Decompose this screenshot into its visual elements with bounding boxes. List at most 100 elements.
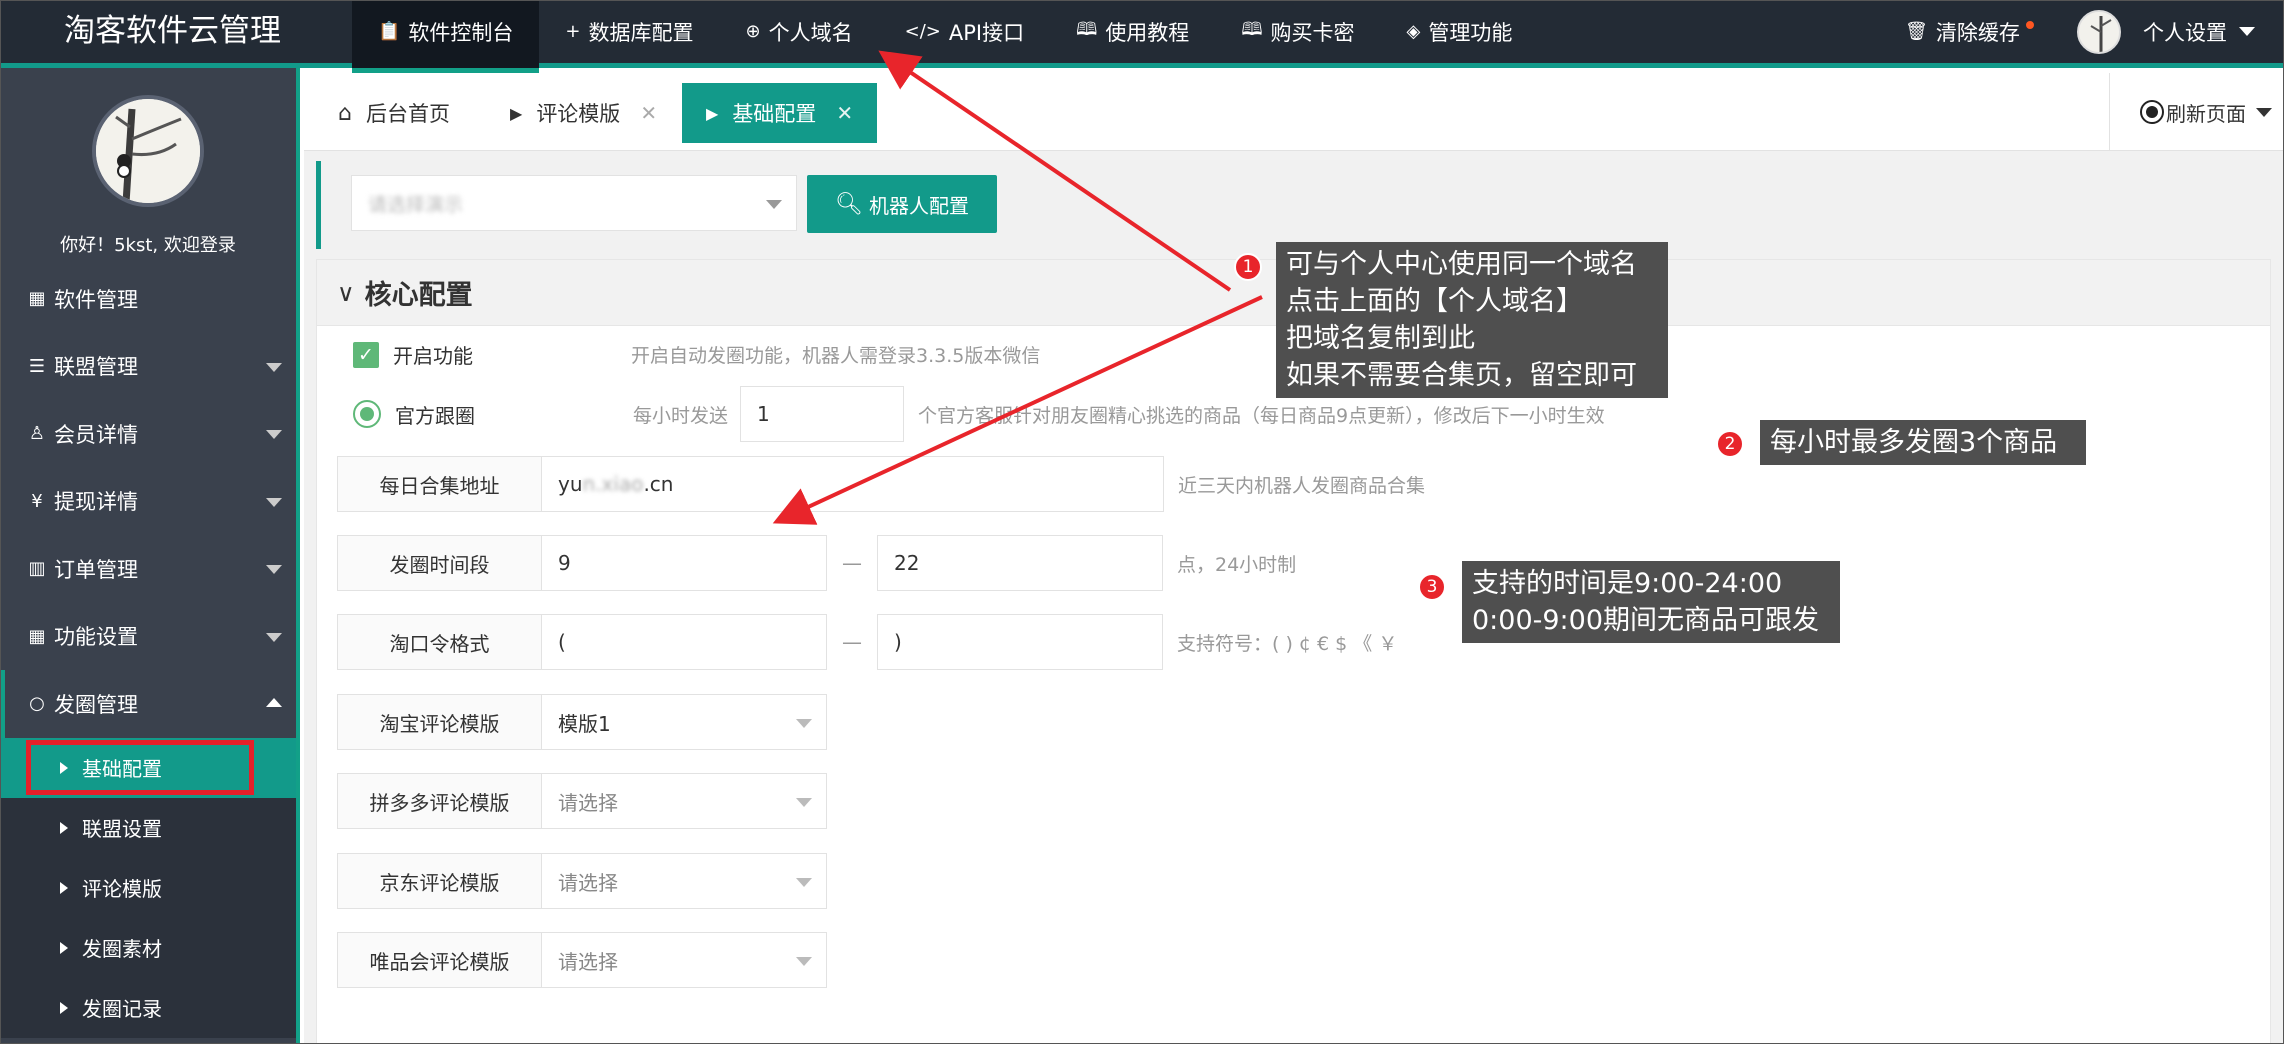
password-right-input[interactable]: ) [877, 614, 1163, 670]
nav-api[interactable]: </> API接口 [879, 0, 1050, 63]
close-icon[interactable]: ✕ [836, 101, 853, 125]
robot-config-button[interactable]: 🔍︎ 机器人配置 [807, 175, 997, 233]
time-range-row: 发圈时间段 9 — 22 点，24小时制 [337, 535, 1296, 591]
personal-settings-menu[interactable]: 个人设置 [2143, 0, 2255, 63]
daily-url-input[interactable]: yu n.xiao .cn [541, 456, 1164, 512]
robot-select-value: 请选择演示 [368, 193, 464, 216]
refresh-label: 刷新页面 [2166, 101, 2246, 126]
personal-settings-label: 个人设置 [2143, 20, 2227, 45]
range-separator: — [842, 630, 862, 654]
refresh-page-button[interactable]: 刷新页面 [2109, 73, 2284, 151]
toolbar: 请选择演示 🔍︎ 机器人配置 [316, 161, 2271, 249]
time-start-value: 9 [558, 551, 571, 575]
subitem-moments-record[interactable]: 发圈记录 [0, 978, 296, 1038]
list-icon: ☰ [28, 355, 46, 377]
nav-personal-domain[interactable]: ⊕ 个人域名 [720, 0, 879, 63]
nav-label: 个人域名 [768, 20, 853, 45]
caret-right-icon [60, 941, 68, 954]
subitem-label: 发圈素材 [82, 937, 162, 961]
table-icon: ▥ [28, 558, 46, 580]
sidebar-item-label: 功能设置 [54, 625, 138, 650]
trash-icon: 🗑 [1905, 21, 1928, 42]
sidebar-item-function-settings[interactable]: ▦ 功能设置 [0, 603, 296, 671]
subitem-label: 联盟设置 [82, 817, 162, 841]
robot-select[interactable]: 请选择演示 [351, 175, 797, 231]
jd-template-row: 京东评论模版 请选择 [337, 853, 827, 909]
layers-icon: ◈ [1406, 21, 1421, 42]
close-icon[interactable]: ✕ [640, 101, 657, 125]
official-label: 官方跟圈 [395, 403, 475, 428]
nav-database-config[interactable]: + 数据库配置 [539, 0, 719, 63]
password-left-value: ( [558, 630, 566, 654]
side-menu: ▦ 软件管理 ☰ 联盟管理 ♙ 会员详情 ¥ 提现详情 ▥ 订单管理 ▦ 功能设置 ○ 发圈管… [0, 265, 296, 1038]
pdd-template-value: 请选择 [558, 790, 618, 815]
daily-url-label: 每日合集地址 [337, 456, 542, 512]
avatar[interactable] [2077, 10, 2121, 54]
nav-label: 数据库配置 [588, 20, 694, 45]
time-start-input[interactable]: 9 [541, 535, 827, 591]
annotation-callout-1: 可与个人中心使用同一个域名 点击上面的【个人域名】 把域名复制到此 如果不需要合… [1276, 242, 1668, 398]
pdd-template-label: 拼多多评论模版 [337, 773, 542, 829]
sidebar-item-software[interactable]: ▦ 软件管理 [0, 265, 296, 333]
pdd-template-row: 拼多多评论模版 请选择 [337, 773, 827, 829]
enable-hint: 开启自动发圈功能，机器人需登录3.3.5版本微信 [631, 345, 1041, 367]
nav-buy-card[interactable]: 🕮 购买卡密 [1215, 0, 1380, 63]
jd-template-label: 京东评论模版 [337, 853, 542, 909]
official-prefix: 每小时发送 [633, 404, 729, 427]
notification-dot [2025, 20, 2034, 29]
annotation-line: 把域名复制到此 [1286, 323, 1475, 354]
grid-icon: ▦ [28, 288, 46, 310]
vip-template-label: 唯品会评论模版 [337, 932, 542, 988]
tab-comment-template[interactable]: ▶ 评论模版 ✕ [510, 83, 657, 143]
sidebar-item-members[interactable]: ♙ 会员详情 [0, 400, 296, 468]
pdd-template-select[interactable]: 请选择 [541, 773, 827, 829]
subitem-label: 发圈记录 [82, 997, 162, 1021]
chevron-down-icon [266, 430, 282, 439]
subitem-alliance-settings[interactable]: 联盟设置 [0, 798, 296, 858]
jd-template-select[interactable]: 请选择 [541, 853, 827, 909]
time-end-input[interactable]: 22 [877, 535, 1163, 591]
refresh-icon [2140, 100, 2164, 124]
sidebar-item-withdraw[interactable]: ¥ 提现详情 [0, 468, 296, 536]
caret-right-icon [60, 1001, 68, 1014]
subitem-moments-material[interactable]: 发圈素材 [0, 918, 296, 978]
caret-right-icon [60, 881, 68, 894]
hourly-count-input[interactable]: 1 [740, 386, 905, 442]
chevron-down-icon [2239, 27, 2255, 36]
robot-config-label: 机器人配置 [868, 193, 969, 218]
highlight-box-basic-config [26, 740, 254, 795]
panel-title: 核心配置 [364, 280, 473, 311]
nav-tutorial[interactable]: 🕮 使用教程 [1050, 0, 1215, 63]
tab-home[interactable]: ⌂ 后台首页 [338, 83, 450, 143]
time-range-hint: 点，24小时制 [1177, 553, 1297, 576]
daily-url-value-a: yu [558, 472, 583, 496]
annotation-callout-3: 支持的时间是9:00-24:00 0:00-9:00期间无商品可跟发 [1462, 561, 1840, 643]
chevron-down-icon [2256, 107, 2272, 117]
tab-basic-config[interactable]: ▶ 基础配置 ✕ [682, 83, 878, 143]
nav-label: API接口 [948, 20, 1025, 45]
official-radio[interactable] [353, 400, 381, 428]
range-separator: — [842, 551, 862, 575]
nav-console[interactable]: 📋 软件控制台 [352, 0, 540, 73]
sidebar-item-moments[interactable]: ○ 发圈管理 [0, 670, 296, 738]
taobao-template-select[interactable]: 模版1 [541, 694, 827, 750]
sidebar: 你好！5kst, 欢迎登录 ▦ 软件管理 ☰ 联盟管理 ♙ 会员详情 ¥ 提现详情 ▥ 订… [0, 68, 300, 1044]
sidebar-item-orders[interactable]: ▥ 订单管理 [0, 535, 296, 603]
tab-label: 基础配置 [732, 102, 817, 126]
clear-cache-button[interactable]: 🗑 清除缓存 [1905, 0, 2034, 63]
chevron-down-icon [796, 798, 812, 807]
caret-right-icon: ▶ [510, 103, 523, 123]
vip-template-row: 唯品会评论模版 请选择 [337, 932, 827, 988]
nav-admin[interactable]: ◈ 管理功能 [1381, 0, 1539, 63]
annotation-line: 支持的时间是9:00-24:00 [1472, 568, 1783, 599]
vip-template-select[interactable]: 请选择 [541, 932, 827, 988]
globe-icon: ⊕ [745, 21, 761, 42]
subitem-comment-template[interactable]: 评论模版 [0, 858, 296, 918]
annotation-line: 可与个人中心使用同一个域名 [1286, 249, 1637, 280]
sidebar-item-alliance[interactable]: ☰ 联盟管理 [0, 333, 296, 401]
hourly-count-value: 1 [757, 402, 770, 426]
taobao-template-value: 模版1 [558, 711, 611, 736]
password-left-input[interactable]: ( [541, 614, 827, 670]
enable-checkbox[interactable]: ✓ [353, 341, 379, 368]
grid-icon: ▦ [28, 625, 46, 647]
